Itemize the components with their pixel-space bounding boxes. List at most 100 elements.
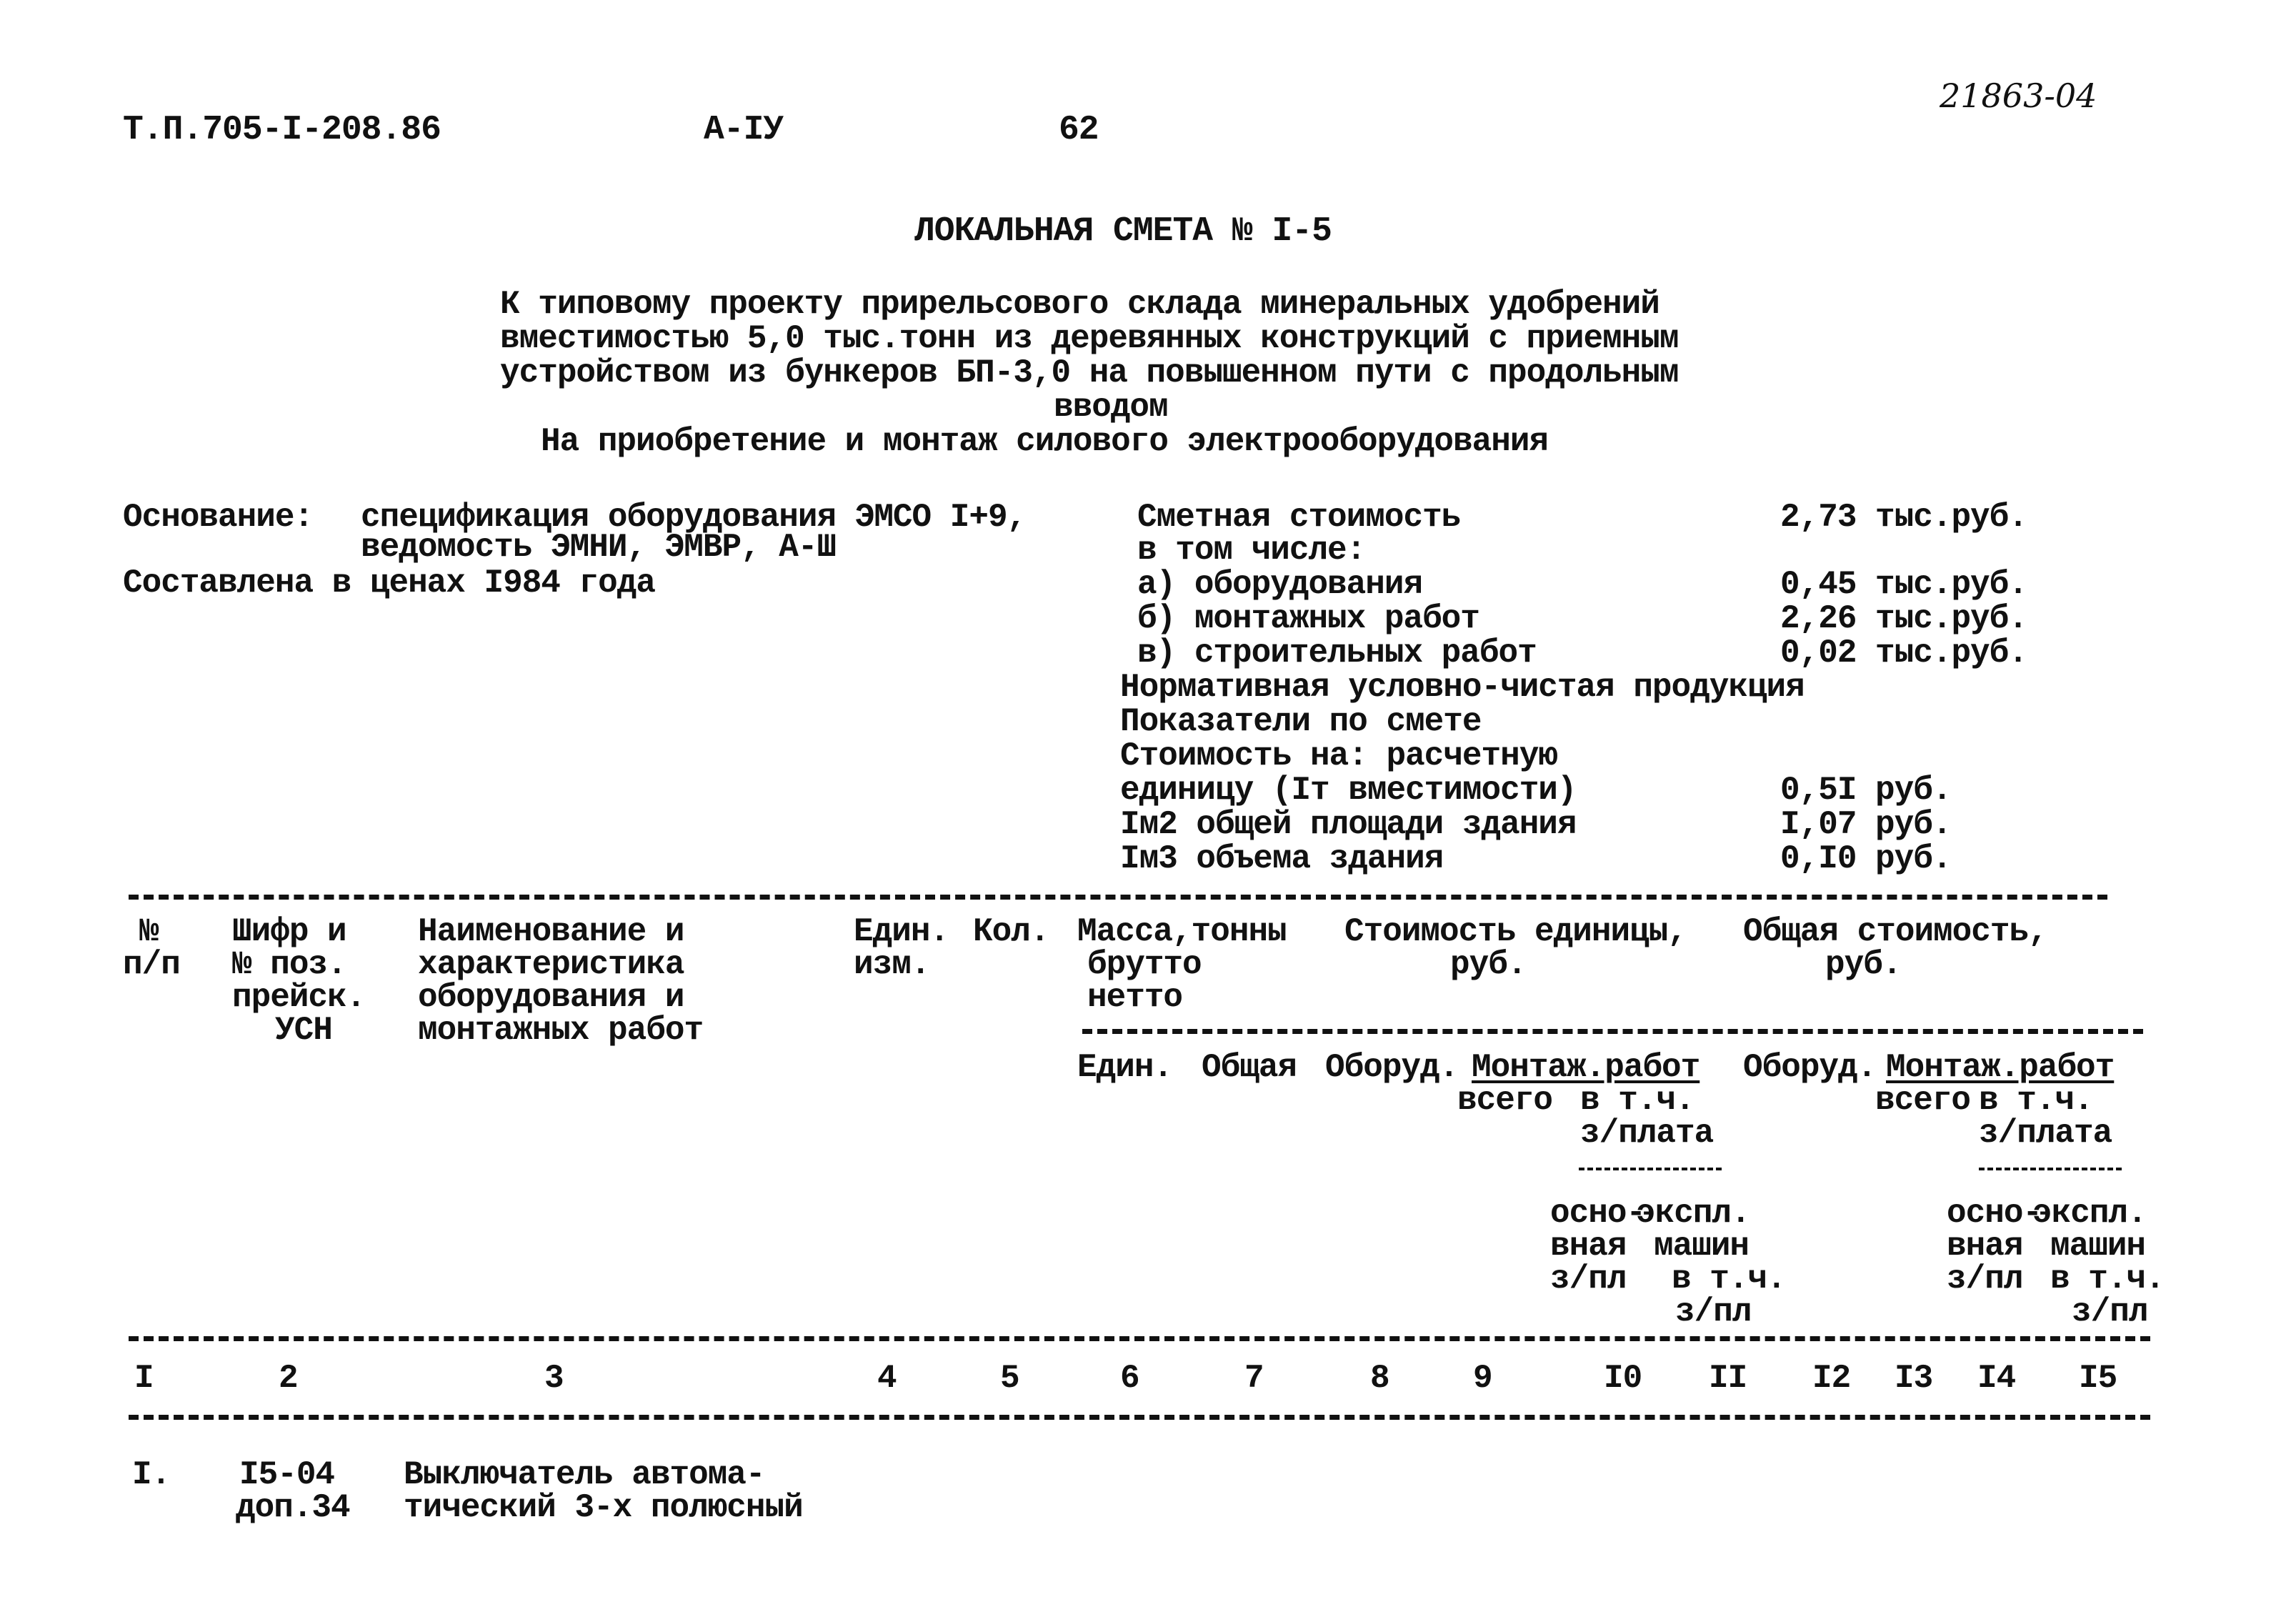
col-num-header: п/п [123, 946, 181, 983]
col-code-header: № поз. [232, 946, 347, 983]
col-code-header: Шифр и [232, 913, 347, 950]
total-base-header: осно- [1947, 1195, 2042, 1232]
row-name: тический 3-х полюсный [404, 1489, 804, 1526]
subheader-divider [1082, 1029, 2143, 1034]
unit-expl-header: экспл. [1636, 1195, 1751, 1232]
total-incl: в т.ч. [1979, 1082, 2094, 1119]
page-number: 62 [1059, 111, 1099, 149]
column-number: I4 [1977, 1360, 2016, 1397]
row-code: доп.34 [236, 1489, 351, 1526]
column-number: I0 [1604, 1360, 1642, 1397]
unit-expl-header: машин [1654, 1228, 1750, 1265]
col-name-header: характеристика [418, 946, 684, 983]
column-number: 9 [1473, 1360, 1493, 1397]
column-numbers-top-divider [129, 1336, 2150, 1341]
unit-incl: в т.ч. [1580, 1082, 1695, 1119]
column-number: 5 [1000, 1360, 1020, 1397]
cost-item-value: 0,45 тыс.руб. [1780, 566, 2028, 603]
col-num-header: № [139, 913, 159, 950]
total-total-word: всего [1875, 1082, 1971, 1119]
total-mount-header: Монтаж.работ [1886, 1049, 2115, 1086]
mass-header: Масса,тонны [1077, 913, 1287, 950]
total-expl-header: машин [2050, 1228, 2146, 1265]
wage-divider [1579, 1168, 1722, 1170]
col-code-header: прейск. [232, 979, 366, 1016]
estimated-cost-label: Сметная стоимость [1137, 499, 1461, 536]
column-number: 4 [877, 1360, 897, 1397]
col-qty-header: Кол. [973, 913, 1049, 950]
unit-wage: з/плата [1580, 1115, 1714, 1152]
mass-unit-header: Един. [1077, 1049, 1173, 1086]
total-expl-header: экспл. [2032, 1195, 2147, 1232]
mass-header: нетто [1087, 979, 1183, 1016]
normative-label: Нормативная условно-чистая продукция [1120, 669, 1805, 706]
column-number: 6 [1120, 1360, 1140, 1397]
unit-base-header: вная [1550, 1228, 1627, 1265]
basis-label: Основание: [123, 499, 314, 536]
per-item-label: Iм3 объема здания [1120, 840, 1444, 877]
mass-header: брутто [1087, 946, 1202, 983]
total-equip-header: Оборуд. [1743, 1049, 1877, 1086]
page-title: ЛОКАЛЬНАЯ СМЕТА № I-5 [914, 212, 1332, 251]
per-item-label: единицу (Iт вместимости) [1120, 772, 1577, 809]
cost-item-label: б) монтажных работ [1137, 600, 1480, 637]
col-name-header: монтажных работ [418, 1012, 704, 1049]
column-number: I2 [1812, 1360, 1851, 1397]
total-incl-wage: в т.ч. [2050, 1260, 2165, 1298]
table-top-divider [129, 895, 2107, 900]
cost-per-label: Стоимость на: расчетную [1120, 737, 1558, 775]
unit-equip-header: Оборуд. [1325, 1049, 1459, 1086]
indicators-label: Показатели по смете [1120, 703, 1482, 740]
column-number: 8 [1370, 1360, 1390, 1397]
subtitle-line: вводом [1054, 389, 1169, 426]
estimated-cost-value: 2,73 тыс.руб. [1780, 499, 2028, 536]
column-number: I [134, 1360, 154, 1397]
col-unit-header: Един. [854, 913, 949, 950]
wage-divider-2 [1979, 1168, 2122, 1170]
subtitle-line: К типовому проекту прирельсового склада … [500, 286, 1660, 323]
column-number: II [1709, 1360, 1747, 1397]
column-number: 7 [1244, 1360, 1264, 1397]
total-cost-header: Общая стоимость, [1743, 913, 2048, 950]
handwritten-number: 21863-04 [1940, 76, 2097, 115]
total-cost-header: руб. [1825, 946, 1902, 983]
col-name-header: Наименование и [418, 913, 684, 950]
column-number: I5 [2079, 1360, 2117, 1397]
col-unit-header: изм. [854, 946, 930, 983]
column-number: 3 [544, 1360, 564, 1397]
total-base-header: з/пл [1947, 1260, 2023, 1298]
unit-incl-wage: з/пл [1675, 1293, 1752, 1330]
cost-item-label: в) строительных работ [1137, 635, 1537, 672]
including-label: в том числе: [1137, 532, 1366, 569]
total-wage: з/плата [1979, 1115, 2112, 1152]
row-number: I. [132, 1456, 171, 1493]
album-code: А-IУ [704, 111, 784, 149]
cost-item-value: 2,26 тыс.руб. [1780, 600, 2028, 637]
column-number: I3 [1895, 1360, 1933, 1397]
unit-cost-header: руб. [1450, 946, 1527, 983]
unit-total-word: всего [1457, 1082, 1553, 1119]
subtitle-line: устройством из бункеров БП-3,0 на повыше… [500, 354, 1679, 392]
col-name-header: оборудования и [418, 979, 684, 1016]
unit-base-header: з/пл [1550, 1260, 1627, 1298]
per-item-value: 0,I0 руб. [1780, 840, 1952, 877]
cost-item-label: а) оборудования [1137, 566, 1423, 603]
per-item-label: Iм2 общей площади здания [1120, 806, 1577, 843]
unit-incl-wage: в т.ч. [1672, 1260, 1787, 1298]
total-incl-wage: з/пл [2072, 1293, 2148, 1330]
basis-line: ведомость ЭМНИ, ЭМВР, А-Ш [361, 529, 837, 566]
unit-cost-header: Стоимость единицы, [1344, 913, 1687, 950]
column-numbers-bottom-divider [129, 1415, 2150, 1420]
cost-item-value: 0,02 тыс.руб. [1780, 635, 2028, 672]
per-item-value: I,07 руб. [1780, 806, 1952, 843]
col-code-header: УСН [275, 1012, 333, 1049]
total-base-header: вная [1947, 1228, 2023, 1265]
unit-mount-header: Монтаж.работ [1472, 1049, 1700, 1086]
per-item-value: 0,5I руб. [1780, 772, 1952, 809]
subtitle-line: вместимостью 5,0 тыс.тонн из деревянных … [500, 320, 1679, 357]
prices-note: Составлена в ценах I984 года [123, 564, 656, 602]
subtitle-line: На приобретение и монтаж силового электр… [541, 423, 1549, 460]
row-name: Выключатель автома- [404, 1456, 765, 1493]
unit-base-header: осно- [1550, 1195, 1646, 1232]
column-number: 2 [279, 1360, 299, 1397]
